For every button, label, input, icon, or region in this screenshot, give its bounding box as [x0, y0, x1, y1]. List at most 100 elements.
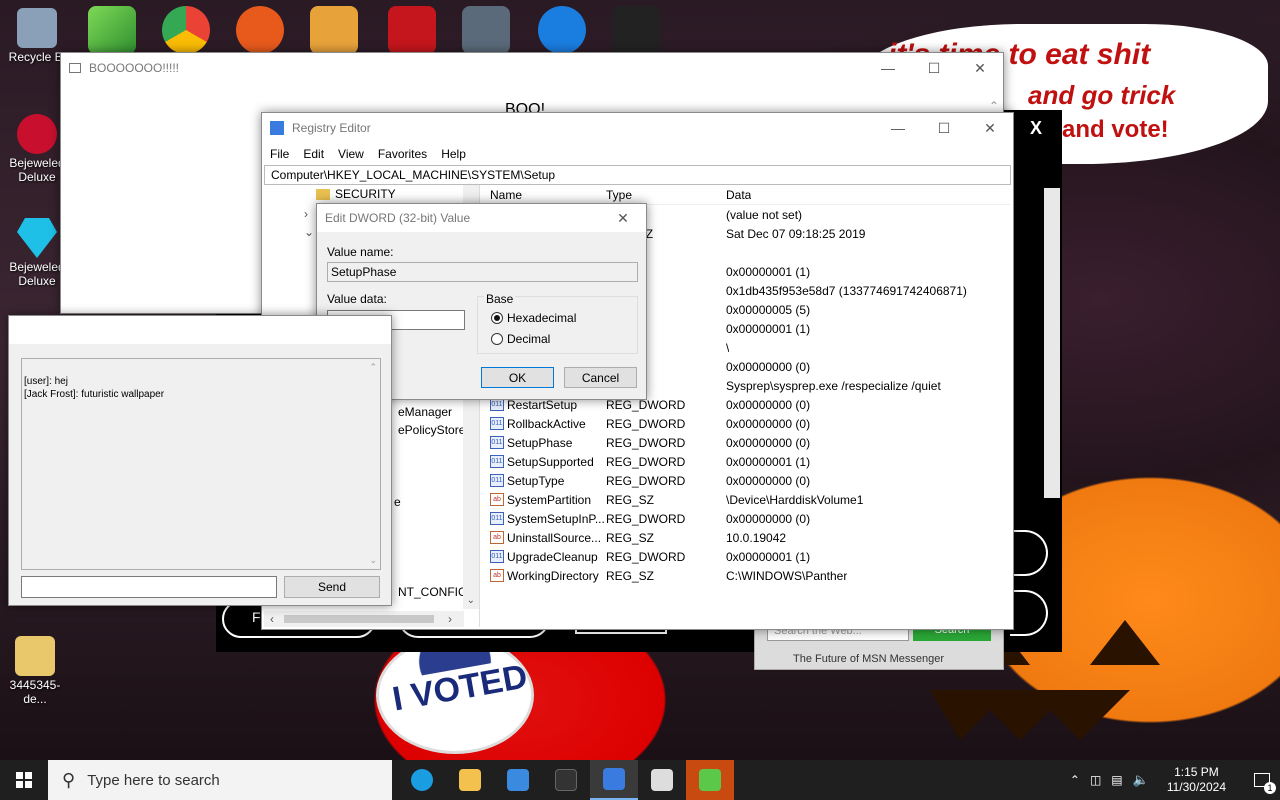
- base-label: Base: [484, 292, 516, 306]
- chevron-up-icon[interactable]: ⌃: [989, 99, 999, 113]
- device-icon[interactable]: ◫: [1090, 773, 1101, 787]
- windows-logo-icon: [16, 772, 32, 788]
- taskbar-regedit[interactable]: [590, 760, 638, 800]
- row-data: C:\WINDOWS\Panther: [726, 568, 848, 583]
- tree-item-security[interactable]: SECURITY: [316, 187, 396, 201]
- row-name: RollbackActive: [507, 416, 586, 431]
- table-row[interactable]: 011 SetupPhase REG_DWORD 0x00000000 (0): [484, 433, 1010, 452]
- minimize-icon[interactable]: —: [875, 113, 921, 143]
- maximize-icon[interactable]: ☐: [911, 53, 957, 83]
- chevron-up-icon[interactable]: ⌃: [369, 361, 377, 374]
- chrome-icon[interactable]: [162, 6, 210, 54]
- ok-button[interactable]: OK: [481, 367, 554, 388]
- row-type: REG_DWORD: [606, 454, 686, 469]
- overlay-scrollbar[interactable]: [1044, 188, 1060, 498]
- folder-doc-icon[interactable]: [310, 6, 358, 54]
- msn-footer-text: The Future of MSN Messenger: [793, 653, 945, 665]
- row-data: Sat Dec 07 09:18:25 2019: [726, 226, 866, 241]
- table-row[interactable]: 011 SystemSetupInP... REG_DWORD 0x00000000 …: [484, 509, 1010, 528]
- window-app-icon: [69, 63, 81, 73]
- row-data: 0x00000000 (0): [726, 511, 811, 526]
- table-row[interactable]: 011 SetupSupported REG_DWORD 0x00000001 (1): [484, 452, 1010, 471]
- taskbar-msn[interactable]: [686, 760, 734, 800]
- msn-buddy-icon[interactable]: [88, 6, 136, 54]
- column-type[interactable]: Type: [606, 188, 726, 202]
- taskbar-store[interactable]: [494, 760, 542, 800]
- menu-help[interactable]: Help: [441, 147, 466, 161]
- desktop-icon-zip-folder[interactable]: 3445345-de...: [0, 636, 70, 706]
- table-row[interactable]: ab UninstallSource... REG_SZ 10.0.19042: [484, 528, 1010, 547]
- table-row[interactable]: ab SystemPartition REG_SZ \Device\HarddiskV…: [484, 490, 1010, 509]
- close-icon[interactable]: ✕: [957, 53, 1003, 83]
- thunderbird-icon[interactable]: [538, 6, 586, 54]
- tree-item[interactable]: ePolicyStore: [398, 423, 465, 437]
- chevron-up-icon[interactable]: ⌃: [1070, 773, 1080, 787]
- folder-icon: [316, 188, 330, 200]
- chevron-right-icon[interactable]: ›: [448, 612, 452, 626]
- row-data: 0x00000000 (0): [726, 359, 811, 374]
- radio-decimal[interactable]: Decimal: [491, 332, 550, 346]
- taskbar-window[interactable]: [638, 760, 686, 800]
- reg-string-icon: ab: [490, 493, 504, 506]
- taskbar-search-box[interactable]: ⚲ Type here to search: [48, 760, 392, 800]
- radio-hexadecimal[interactable]: Hexadecimal: [491, 311, 576, 325]
- regedit-icon: [270, 121, 284, 135]
- start-button[interactable]: [0, 760, 48, 800]
- menu-file[interactable]: File: [270, 147, 289, 161]
- table-row[interactable]: 011 UpgradeCleanup REG_DWORD 0x00000001 (1): [484, 547, 1010, 566]
- setup-shield-icon[interactable]: [462, 6, 510, 54]
- taskbar-file-explorer[interactable]: [446, 760, 494, 800]
- row-type: REG_DWORD: [606, 416, 686, 431]
- bejeweled-icon: [17, 114, 57, 154]
- tree-item[interactable]: NT_CONFIG: [398, 585, 467, 599]
- network-icon[interactable]: ▤: [1111, 773, 1122, 787]
- yashma-shield-icon[interactable]: [612, 6, 660, 54]
- chat-window: [user]: hej [Jack Frost]: futuristic wal…: [8, 315, 392, 606]
- row-name: SystemSetupInP...: [507, 511, 605, 526]
- volume-icon[interactable]: 🔈: [1133, 772, 1149, 788]
- chevron-down-icon[interactable]: ⌄: [467, 595, 475, 606]
- game-p-icon[interactable]: [236, 6, 284, 54]
- tree-expand-icon[interactable]: ›: [304, 207, 308, 221]
- row-type: REG_SZ: [606, 530, 655, 545]
- tree-item[interactable]: e: [394, 495, 401, 509]
- column-name[interactable]: Name: [484, 188, 606, 202]
- reg-binary-icon: 011: [490, 512, 504, 525]
- registry-address-bar[interactable]: Computer\HKEY_LOCAL_MACHINE\SYSTEM\Setup: [264, 165, 1011, 185]
- cancel-button[interactable]: Cancel: [564, 367, 637, 388]
- maximize-icon[interactable]: ☐: [921, 113, 967, 143]
- menu-edit[interactable]: Edit: [303, 147, 324, 161]
- store-icon: [507, 769, 529, 791]
- boo-window-title: BOOOOOOO!!!!!: [89, 61, 180, 75]
- table-row[interactable]: 011 RollbackActive REG_DWORD 0x00000000 (0): [484, 414, 1010, 433]
- msn-buddy-icon: [699, 769, 721, 791]
- tree-collapse-icon[interactable]: ⌄: [304, 225, 314, 239]
- tree-item[interactable]: eManager: [398, 405, 452, 419]
- diamond-icon: [17, 218, 57, 258]
- taskbar-clock[interactable]: 1:15 PM 11/30/2024: [1159, 765, 1234, 795]
- row-data: 0x00000005 (5): [726, 302, 811, 317]
- menu-favorites[interactable]: Favorites: [378, 147, 427, 161]
- table-row[interactable]: 011 SetupType REG_DWORD 0x00000000 (0): [484, 471, 1010, 490]
- tree-hscroll-thumb[interactable]: [284, 615, 434, 623]
- taskbar-app-dark[interactable]: [542, 760, 590, 800]
- table-row[interactable]: ab WorkingDirectory REG_SZ C:\WINDOWS\Panth…: [484, 566, 1010, 585]
- notifications-button[interactable]: 1: [1244, 760, 1280, 800]
- send-button[interactable]: Send: [284, 576, 380, 598]
- chat-message: [Jack Frost]: futuristic wallpaper: [24, 389, 165, 400]
- menu-view[interactable]: View: [338, 147, 364, 161]
- registry-menubar: File Edit View Favorites Help: [262, 143, 1013, 165]
- dark-app-icon: [555, 769, 577, 791]
- reg-string-icon: ab: [490, 569, 504, 582]
- close-icon[interactable]: ✕: [600, 203, 646, 233]
- flash-icon[interactable]: [388, 6, 436, 54]
- zip-folder-icon: [15, 636, 55, 676]
- column-data[interactable]: Data: [726, 188, 751, 202]
- close-icon[interactable]: ✕: [967, 113, 1013, 143]
- overlay-close-button[interactable]: X: [1030, 118, 1042, 139]
- chat-input[interactable]: [21, 576, 277, 598]
- taskbar-edge[interactable]: [398, 760, 446, 800]
- chevron-down-icon[interactable]: ⌄: [369, 554, 377, 567]
- minimize-icon[interactable]: —: [865, 53, 911, 83]
- chevron-left-icon[interactable]: ‹: [270, 612, 274, 626]
